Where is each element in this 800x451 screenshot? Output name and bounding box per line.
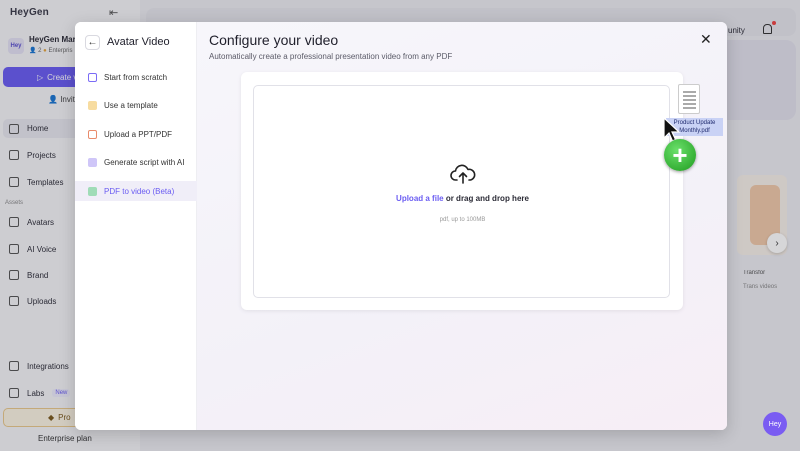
option-label: Use a template (104, 100, 158, 110)
option-use-template[interactable]: Use a template (75, 95, 197, 115)
option-label: PDF to video (Beta) (104, 186, 175, 196)
upload-card: Upload a file or drag and drop here pdf,… (241, 72, 683, 310)
option-pdf-to-video[interactable]: PDF to video (Beta) (75, 181, 197, 201)
avatar-video-modal: ← Avatar Video Start from scratch Use a … (75, 22, 727, 430)
modal-title: Configure your video (209, 32, 339, 48)
pdf-video-icon (88, 186, 97, 196)
cloud-upload-icon (450, 164, 476, 184)
upload-file-link[interactable]: Upload a file (396, 194, 444, 203)
close-icon[interactable]: ✕ (700, 31, 712, 48)
modal-sidebar: ← Avatar Video Start from scratch Use a … (75, 22, 197, 430)
dragged-file-icon (678, 84, 700, 114)
cursor-icon (88, 72, 97, 82)
drop-instruction-rest: or drag and drop here (443, 194, 529, 203)
option-start-from-scratch[interactable]: Start from scratch (75, 67, 197, 87)
option-label: Generate script with AI (104, 157, 185, 167)
option-generate-script[interactable]: Generate script with AI (75, 152, 197, 172)
file-constraints-hint: pdf, up to 100MB (439, 217, 486, 223)
drop-instruction: Upload a file or drag and drop here (254, 194, 671, 203)
file-drop-zone[interactable]: Upload a file or drag and drop here pdf,… (253, 85, 670, 298)
option-label: Start from scratch (104, 72, 168, 82)
option-upload-ppt-pdf[interactable]: Upload a PPT/PDF (75, 124, 197, 144)
arrow-left-icon: ← (87, 37, 98, 48)
chat-support-button[interactable]: Hey (763, 412, 787, 436)
modal-main-pane: Configure your video Automatically creat… (197, 22, 727, 430)
ai-script-icon (88, 157, 97, 167)
document-icon (88, 129, 97, 139)
option-label: Upload a PPT/PDF (104, 129, 173, 139)
modal-sidebar-title: Avatar Video (107, 36, 170, 48)
modal-subtitle: Automatically create a professional pres… (209, 52, 453, 61)
template-icon (88, 100, 97, 110)
copy-plus-icon: + (664, 139, 696, 171)
back-button[interactable]: ← (85, 35, 100, 50)
